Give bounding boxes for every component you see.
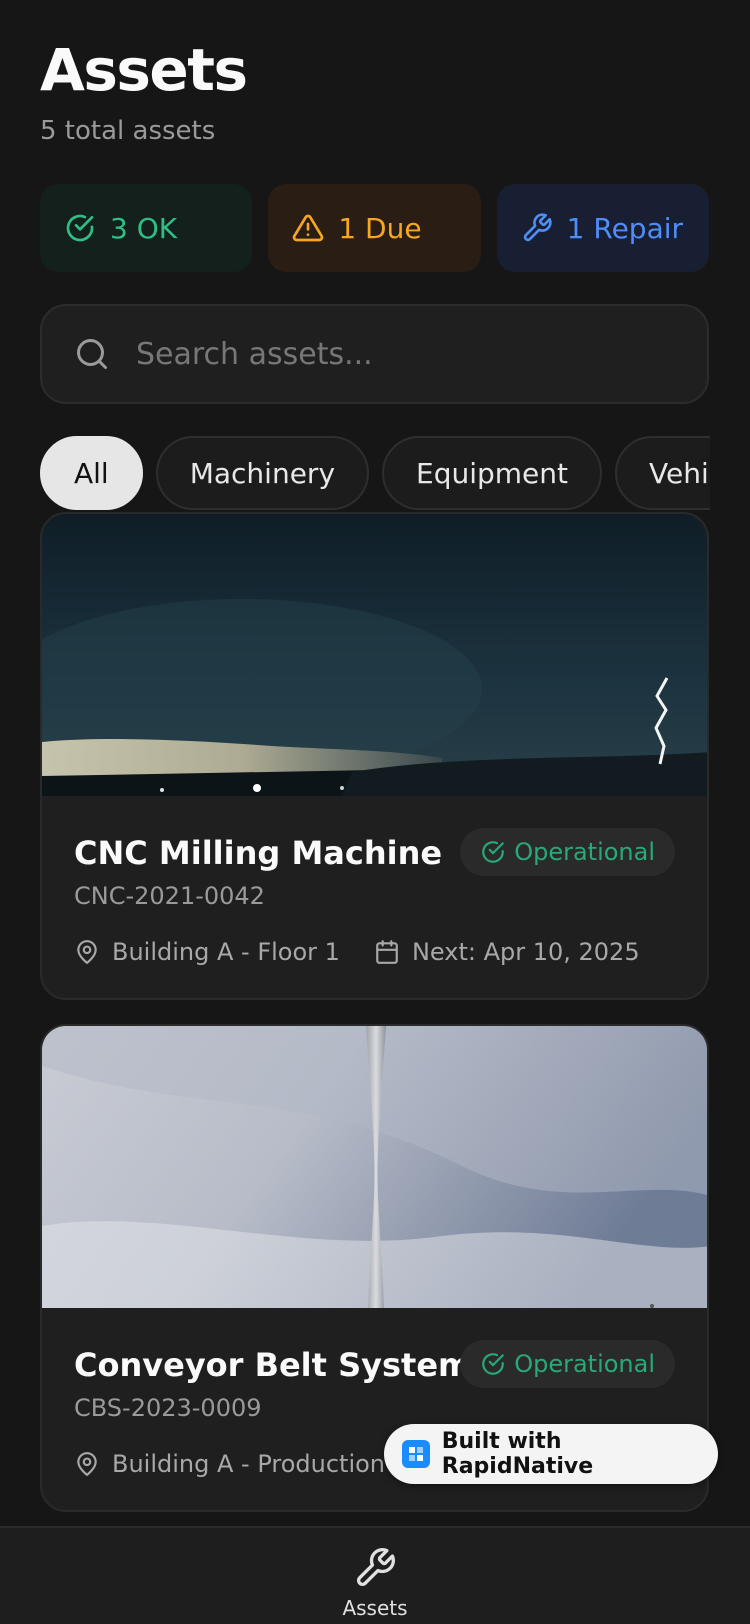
asset-image xyxy=(42,1026,707,1308)
warning-triangle-icon xyxy=(293,214,324,242)
check-circle-icon xyxy=(482,1353,505,1375)
built-with-badge[interactable]: Built with RapidNative xyxy=(384,1424,718,1484)
map-pin-icon xyxy=(77,1452,97,1476)
asset-location: Building A - Production L xyxy=(74,1450,406,1478)
asset-next-maintenance: Next: Apr 10, 2025 xyxy=(374,938,640,966)
repair-stat-card[interactable]: 1 Repair xyxy=(496,184,709,272)
category-filters: AllMachineryEquipmentVehicl xyxy=(40,436,710,512)
asset-card[interactable]: Operational CNC Milling Machine CNC-2021… xyxy=(40,512,709,1000)
filter-chip-vehicles[interactable]: Vehicl xyxy=(615,436,710,510)
filter-chip-machinery[interactable]: Machinery xyxy=(155,436,370,510)
wrench-icon[interactable] xyxy=(353,1546,397,1590)
check-circle-icon xyxy=(482,841,505,863)
bottom-tab-bar: Assets xyxy=(0,1526,750,1624)
filter-chip-all[interactable]: All xyxy=(40,436,143,510)
asset-location: Building A - Floor 1 xyxy=(74,938,340,966)
search-bar[interactable] xyxy=(40,304,709,404)
asset-card-body: Operational CNC Milling Machine CNC-2021… xyxy=(42,796,707,966)
status-badge-label: Operational xyxy=(514,838,655,866)
search-input[interactable] xyxy=(136,336,656,372)
ok-stat-label: 3 OK xyxy=(110,211,178,245)
page-subtitle: 5 total assets xyxy=(40,116,216,146)
status-badge: Operational xyxy=(460,1340,675,1388)
asset-image xyxy=(42,514,707,796)
search-icon xyxy=(77,339,107,369)
tab-assets-label[interactable]: Assets xyxy=(342,1596,407,1620)
filter-chip-equipment[interactable]: Equipment xyxy=(382,436,603,510)
asset-code: CNC-2021-0042 xyxy=(74,882,265,910)
map-pin-icon xyxy=(77,940,97,964)
due-stat-label: 1 Due xyxy=(338,211,422,245)
status-badge-label: Operational xyxy=(514,1350,655,1378)
ok-stat-card[interactable]: 3 OK xyxy=(40,184,253,272)
wrench-icon xyxy=(523,213,552,242)
asset-location-text: Building A - Production L xyxy=(112,1450,407,1478)
page-title: Assets xyxy=(40,36,248,104)
status-badge: Operational xyxy=(460,828,675,876)
asset-code: CBS-2023-0009 xyxy=(74,1394,262,1422)
due-stat-card[interactable]: 1 Due xyxy=(268,184,481,272)
status-summary: 3 OK 1 Due 1 Repair xyxy=(40,184,709,272)
repair-stat-label: 1 Repair xyxy=(566,211,684,245)
header: Assets 5 total assets xyxy=(40,30,248,146)
asset-location-text: Building A - Floor 1 xyxy=(112,938,340,966)
rapidnative-logo-icon xyxy=(402,1440,430,1468)
asset-meta: Building A - Floor 1 Next: Apr 10, 2025 xyxy=(74,938,675,966)
asset-next-text: Next: Apr 10, 2025 xyxy=(411,938,640,966)
assets-screen: Assets 5 total assets 3 OK 1 Due 1 Repai… xyxy=(0,0,750,1624)
calendar-icon xyxy=(376,940,398,964)
built-with-label: Built with RapidNative xyxy=(441,1429,594,1479)
check-circle-icon xyxy=(66,214,94,242)
